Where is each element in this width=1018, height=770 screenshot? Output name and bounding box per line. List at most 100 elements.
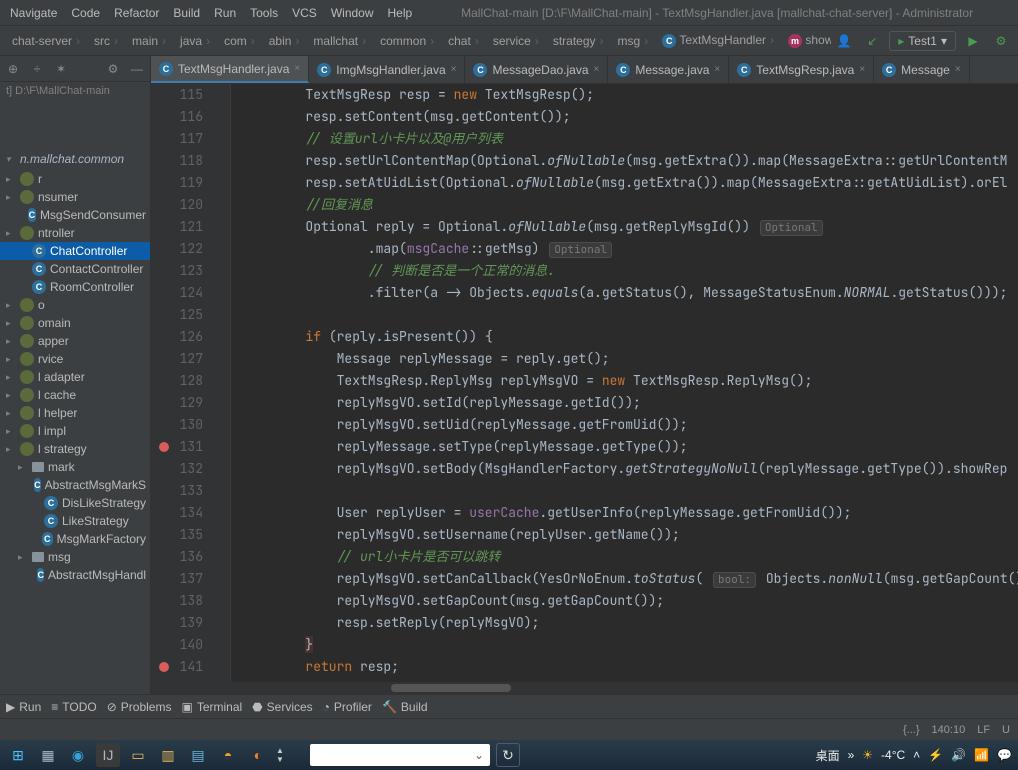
code-line[interactable]: .filter(a -> Objects.equals(a.getStatus(… <box>243 282 1018 304</box>
tool-problems[interactable]: ⊘Problems <box>107 700 172 714</box>
line-number[interactable]: 132 <box>151 458 203 480</box>
fold-gutter[interactable] <box>215 84 231 682</box>
code-line[interactable]: User replyUser = userCache.getUserInfo(r… <box>243 502 1018 524</box>
line-number[interactable]: 128 <box>151 370 203 392</box>
gear-icon[interactable]: ⚙ <box>104 60 122 78</box>
app-icon-4[interactable]: ◐ <box>246 743 270 767</box>
weather-icon[interactable]: ☀ <box>862 748 873 762</box>
code-line[interactable]: if (reply.isPresent()) { <box>243 326 1018 348</box>
tree-item[interactable]: ▸omain <box>0 314 150 332</box>
editor-tab[interactable]: CMessage× <box>874 56 970 83</box>
tree-item[interactable]: CMsgSendConsumer <box>0 206 150 224</box>
code-line[interactable]: replyMsgVO.setId(replyMessage.getId()); <box>243 392 1018 414</box>
line-number[interactable]: 130 <box>151 414 203 436</box>
line-number[interactable]: 118 <box>151 150 203 172</box>
battery-icon[interactable]: ⚡ <box>928 748 943 762</box>
crumb[interactable]: java <box>174 32 216 50</box>
expand-icon[interactable]: ✶ <box>52 60 70 78</box>
menu-code[interactable]: Code <box>65 3 106 23</box>
menu-help[interactable]: Help <box>382 3 419 23</box>
line-number[interactable]: 116 <box>151 106 203 128</box>
editor-body[interactable]: 1151161171181191201211221231241251261271… <box>151 84 1018 682</box>
editor-tab[interactable]: CTextMsgResp.java× <box>729 56 874 83</box>
chevron-up-icon[interactable]: ˄ <box>913 748 920 762</box>
tree-item[interactable]: ▸msg <box>0 548 150 566</box>
code-line[interactable]: //回复消息 <box>243 194 1018 216</box>
menu-run[interactable]: Run <box>208 3 242 23</box>
menu-build[interactable]: Build <box>167 3 206 23</box>
line-number[interactable]: 123 <box>151 260 203 282</box>
editor-tab[interactable]: CTextMsgHandler.java× <box>151 56 309 83</box>
tree-item[interactable]: ▸l strategy <box>0 440 150 458</box>
vcs-update-icon[interactable]: ↙ <box>861 30 883 52</box>
app-icon-3[interactable]: ◓ <box>216 743 240 767</box>
code-line[interactable]: replyMsgVO.setCanCallback(YesOrNoEnum.to… <box>243 568 1018 590</box>
tree-item[interactable]: CLikeStrategy <box>0 512 150 530</box>
scrollbar-thumb[interactable] <box>391 684 511 692</box>
crumb[interactable]: service <box>487 32 545 50</box>
tree-item[interactable]: ▸l impl <box>0 422 150 440</box>
tree-item[interactable]: CDisLikeStrategy <box>0 494 150 512</box>
line-number[interactable]: 141 <box>151 656 203 678</box>
tool-todo[interactable]: ≡TODO <box>51 700 96 714</box>
code-line[interactable]: replyMsgVO.setUsername(replyUser.getName… <box>243 524 1018 546</box>
code-line[interactable]: resp.setAtUidList(Optional.ofNullable(ms… <box>243 172 1018 194</box>
line-number[interactable]: 131 <box>151 436 203 458</box>
tree-item[interactable]: ▸rvice <box>0 350 150 368</box>
tool-terminal[interactable]: ▣Terminal <box>181 700 242 714</box>
line-number[interactable]: 117 <box>151 128 203 150</box>
tool-run[interactable]: ▶Run <box>6 700 41 714</box>
crumb-method[interactable]: m showMsg <box>782 31 831 50</box>
code-line[interactable] <box>243 304 1018 326</box>
menu-refactor[interactable]: Refactor <box>108 3 165 23</box>
line-number[interactable]: 120 <box>151 194 203 216</box>
menu-navigate[interactable]: Navigate <box>4 3 63 23</box>
tree-item[interactable]: CMsgMarkFactory <box>0 530 150 548</box>
app-icon-2[interactable]: ▤ <box>186 743 210 767</box>
line-number[interactable]: 138 <box>151 590 203 612</box>
tree-pkg[interactable]: ▾n.mallchat.common <box>0 150 150 168</box>
tray-more-icon[interactable]: » <box>848 748 855 762</box>
status-encoding[interactable]: U <box>1002 724 1010 736</box>
tree-item[interactable]: CRoomController <box>0 278 150 296</box>
crumb-class[interactable]: C TextMsgHandler <box>656 31 780 50</box>
line-number[interactable]: 126 <box>151 326 203 348</box>
line-number[interactable]: 134 <box>151 502 203 524</box>
tree-item[interactable]: ▸o <box>0 296 150 314</box>
volume-icon[interactable]: 🔊 <box>951 748 966 762</box>
horizontal-scrollbar[interactable] <box>151 682 1018 694</box>
tree-item[interactable]: CAbstractMsgMarkS <box>0 476 150 494</box>
crumb[interactable]: chat <box>442 32 485 50</box>
code-line[interactable]: replyMsgVO.setGapCount(msg.getGapCount()… <box>243 590 1018 612</box>
crumb[interactable]: com <box>218 32 261 50</box>
close-icon[interactable]: × <box>714 64 720 75</box>
tree-item[interactable]: ▸apper <box>0 332 150 350</box>
tool-profiler[interactable]: ◔Profiler <box>323 700 372 714</box>
refresh-icon[interactable]: ↻ <box>496 743 520 767</box>
line-number[interactable]: 135 <box>151 524 203 546</box>
menu-window[interactable]: Window <box>325 3 380 23</box>
close-icon[interactable]: × <box>955 64 961 75</box>
tree-item[interactable]: ▸r <box>0 170 150 188</box>
status-line-sep[interactable]: LF <box>977 724 990 736</box>
code-line[interactable]: resp.setReply(replyMsgVO); <box>243 612 1018 634</box>
line-number[interactable]: 136 <box>151 546 203 568</box>
editor-tab[interactable]: CMessage.java× <box>608 56 729 83</box>
wifi-icon[interactable]: 📶 <box>974 748 989 762</box>
close-icon[interactable]: × <box>859 64 865 75</box>
crumb[interactable]: common <box>374 32 440 50</box>
edge-icon[interactable]: ◉ <box>66 743 90 767</box>
editor-tab[interactable]: CMessageDao.java× <box>465 56 608 83</box>
desktop-label[interactable]: 桌面 <box>816 747 840 764</box>
line-number[interactable]: 125 <box>151 304 203 326</box>
code-line[interactable] <box>243 480 1018 502</box>
line-number[interactable]: 133 <box>151 480 203 502</box>
line-number[interactable]: 121 <box>151 216 203 238</box>
tool-build[interactable]: 🔨Build <box>382 700 428 714</box>
tree-item[interactable]: ▸ntroller <box>0 224 150 242</box>
code-line[interactable]: // 设置url小卡片以及@用户列表 <box>243 128 1018 150</box>
run-button[interactable]: ▶ <box>962 30 984 52</box>
code-line[interactable]: resp.setContent(msg.getContent()); <box>243 106 1018 128</box>
crumb[interactable]: abin <box>263 32 306 50</box>
menu-vcs[interactable]: VCS <box>286 3 323 23</box>
